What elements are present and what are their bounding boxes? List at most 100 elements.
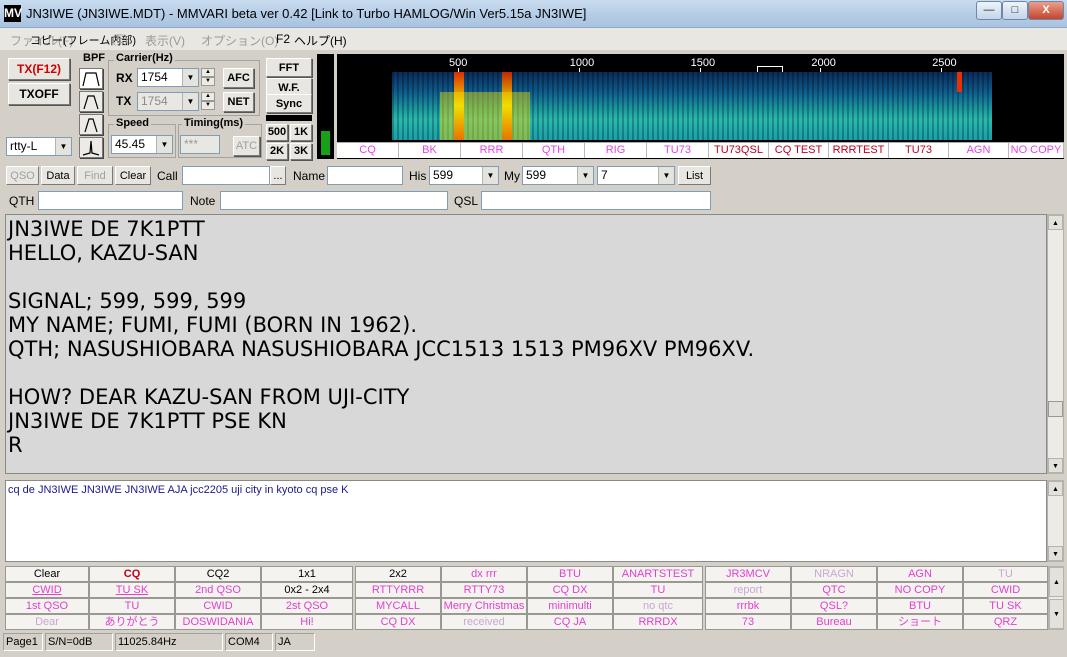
macro-button[interactable]: dx rrr bbox=[441, 566, 527, 582]
macro-button[interactable]: ANARTSTEST bbox=[613, 566, 703, 582]
quick-macro-button[interactable]: AGN bbox=[949, 143, 1009, 158]
macro-button[interactable]: RTTY73 bbox=[441, 582, 527, 598]
macro-button[interactable]: CWID bbox=[963, 582, 1048, 598]
scroll-down-icon[interactable]: ▼ bbox=[1048, 546, 1063, 561]
quick-macro-button[interactable]: CQ bbox=[337, 143, 399, 158]
macro-button[interactable]: TU bbox=[613, 582, 703, 598]
macro-button[interactable]: CQ JA bbox=[527, 614, 613, 630]
quick-macro-button[interactable]: TU73 bbox=[889, 143, 949, 158]
macro-button[interactable]: CQ DX bbox=[355, 614, 441, 630]
atc-button[interactable]: ATC bbox=[233, 136, 260, 156]
quick-macro-button[interactable]: BK bbox=[399, 143, 461, 158]
macro-button[interactable]: JR3MCV bbox=[705, 566, 791, 582]
clear-log-button[interactable]: Clear bbox=[115, 166, 151, 185]
quick-macro-button[interactable]: RIG bbox=[585, 143, 647, 158]
macro-button[interactable]: received bbox=[441, 614, 527, 630]
span-2k-button[interactable]: 2K bbox=[266, 143, 288, 160]
macro-button[interactable]: ありがとう bbox=[89, 614, 175, 630]
qsl-field[interactable] bbox=[481, 191, 711, 210]
scroll-up-icon[interactable]: ▲ bbox=[1048, 215, 1063, 230]
menu-f2[interactable]: F2 bbox=[276, 32, 290, 46]
menu-options[interactable]: オプション(O) bbox=[201, 32, 278, 49]
macro-scrollbar[interactable]: ▲ ▼ bbox=[1048, 566, 1064, 630]
band-select[interactable]: 7 ▼ bbox=[597, 166, 675, 185]
scroll-up-icon[interactable]: ▲ bbox=[1049, 567, 1064, 597]
fft-button[interactable]: FFT bbox=[266, 58, 312, 77]
bpf-very-narrow-button[interactable] bbox=[79, 137, 103, 158]
macro-button[interactable]: CWID bbox=[175, 598, 261, 614]
quick-macro-button[interactable]: CQ TEST bbox=[769, 143, 829, 158]
quick-macro-button[interactable]: RRR bbox=[461, 143, 523, 158]
macro-button[interactable]: 2nd QSO bbox=[175, 582, 261, 598]
quick-macro-button[interactable]: QTH bbox=[523, 143, 585, 158]
spin-up-icon[interactable]: ▲ bbox=[201, 68, 215, 77]
macro-button[interactable]: QRZ bbox=[963, 614, 1048, 630]
macro-button[interactable]: QSL? bbox=[791, 598, 877, 614]
net-button[interactable]: NET bbox=[223, 92, 254, 112]
macro-button[interactable]: 2x2 bbox=[355, 566, 441, 582]
macro-button[interactable]: RTTYRRR bbox=[355, 582, 441, 598]
macro-button[interactable]: ショート bbox=[877, 614, 963, 630]
quick-macro-button[interactable]: NO COPY bbox=[1009, 143, 1064, 158]
macro-button[interactable]: Dear bbox=[5, 614, 89, 630]
receive-scrollbar[interactable]: ▲ ▼ bbox=[1047, 214, 1064, 474]
note-field[interactable] bbox=[220, 191, 448, 210]
quick-macro-button[interactable]: RRRTEST bbox=[829, 143, 889, 158]
macro-button[interactable]: Clear bbox=[5, 566, 89, 582]
macro-button[interactable]: minimulti bbox=[527, 598, 613, 614]
macro-button[interactable]: QTC bbox=[791, 582, 877, 598]
tx-frequency-select[interactable]: 1754 ▼ bbox=[137, 92, 199, 111]
macro-button[interactable]: DOSWIDANIA bbox=[175, 614, 261, 630]
macro-button[interactable]: RRRDX bbox=[613, 614, 703, 630]
macro-button[interactable]: no qtc bbox=[613, 598, 703, 614]
macro-button[interactable]: BTU bbox=[527, 566, 613, 582]
bpf-wide-button[interactable] bbox=[79, 68, 103, 89]
maximize-button[interactable]: □ bbox=[1002, 1, 1028, 20]
macro-button[interactable]: BTU bbox=[877, 598, 963, 614]
app-icon[interactable]: MV bbox=[4, 5, 22, 22]
name-field[interactable] bbox=[327, 166, 403, 185]
span-500-button[interactable]: 500 bbox=[266, 124, 288, 141]
macro-button[interactable]: Merry Christmas bbox=[441, 598, 527, 614]
macro-button[interactable]: TU SK bbox=[963, 598, 1048, 614]
macro-button[interactable]: 1x1 bbox=[261, 566, 353, 582]
timing-field[interactable]: *** bbox=[180, 135, 220, 154]
macro-button[interactable]: TU bbox=[963, 566, 1048, 582]
macro-button[interactable]: TU bbox=[89, 598, 175, 614]
macro-button[interactable]: rrrbk bbox=[705, 598, 791, 614]
title-bar[interactable]: MV JN3IWE (JN3IWE.MDT) - MMVARI beta ver… bbox=[0, 0, 1067, 28]
tx-button[interactable]: TX(F12) bbox=[8, 58, 70, 80]
macro-button[interactable]: report bbox=[705, 582, 791, 598]
bpf-narrow-button[interactable] bbox=[79, 114, 103, 135]
quick-macro-button[interactable]: TU73 bbox=[647, 143, 709, 158]
macro-button[interactable]: 1st QSO bbox=[5, 598, 89, 614]
tx-spinner[interactable]: ▲ ▼ bbox=[201, 92, 215, 111]
scroll-down-icon[interactable]: ▼ bbox=[1049, 599, 1064, 629]
scroll-up-icon[interactable]: ▲ bbox=[1048, 481, 1063, 496]
close-button[interactable]: X bbox=[1028, 1, 1064, 20]
macro-button[interactable]: Bureau bbox=[791, 614, 877, 630]
transmit-scrollbar[interactable]: ▲ ▼ bbox=[1047, 480, 1064, 562]
macro-button[interactable]: 2st QSO bbox=[261, 598, 353, 614]
macro-button[interactable]: CQ DX bbox=[527, 582, 613, 598]
sync-button[interactable]: Sync bbox=[266, 94, 312, 113]
span-1k-button[interactable]: 1K bbox=[290, 124, 312, 141]
qth-field[interactable] bbox=[38, 191, 183, 210]
macro-button[interactable]: Hi! bbox=[261, 614, 353, 630]
his-rst-select[interactable]: 599 ▼ bbox=[429, 166, 499, 185]
macro-button[interactable]: AGN bbox=[877, 566, 963, 582]
scroll-thumb[interactable] bbox=[1048, 401, 1063, 417]
list-button[interactable]: List bbox=[678, 166, 711, 185]
macro-button[interactable]: CQ bbox=[89, 566, 175, 582]
qso-button[interactable]: QSO bbox=[6, 166, 39, 185]
bpf-mid-button[interactable] bbox=[79, 91, 103, 112]
macro-button[interactable]: CWID bbox=[5, 582, 89, 598]
call-lookup-button[interactable]: ... bbox=[270, 166, 286, 185]
quick-macro-button[interactable]: TU73QSL bbox=[709, 143, 769, 158]
minimize-button[interactable]: — bbox=[976, 1, 1002, 20]
txoff-button[interactable]: TXOFF bbox=[8, 83, 70, 105]
spin-up-icon[interactable]: ▲ bbox=[201, 92, 215, 101]
scroll-down-icon[interactable]: ▼ bbox=[1048, 458, 1063, 473]
mode-select[interactable]: rtty-L ▼ bbox=[6, 137, 72, 156]
macro-button[interactable]: CQ2 bbox=[175, 566, 261, 582]
